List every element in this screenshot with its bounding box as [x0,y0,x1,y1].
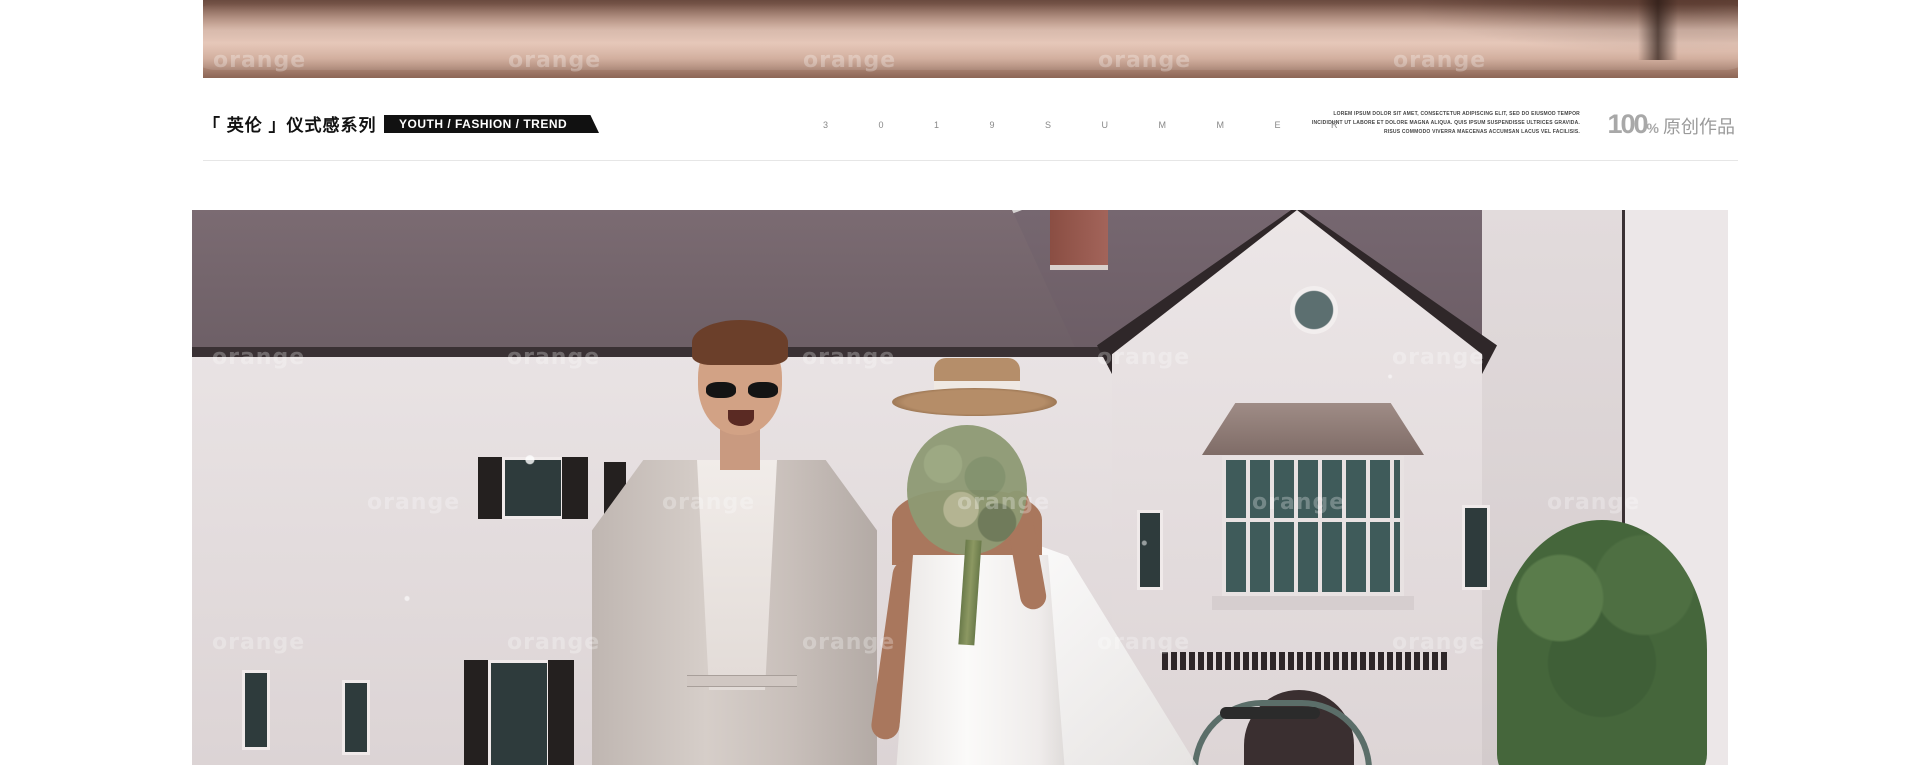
watermark: orange [1097,345,1191,370]
watermark: orange [662,490,756,515]
watermark: orange [1097,630,1191,655]
original-text: 原创作品 [1663,117,1735,137]
watermark: orange [802,345,896,370]
watermark: orange [957,490,1051,515]
watermark: orange [1547,490,1641,515]
series-header: 「 英伦 」仪式感系列 YOUTH / FASHION / TREND 3 0 … [203,95,1738,161]
watermark: orange [507,630,601,655]
series-title: 「 英伦 」仪式感系列 [203,116,377,135]
watermark: orange [1392,630,1486,655]
watermark: orange [212,630,306,655]
watermark: orange [508,48,602,73]
lorem-line: RISUS COMMODO VIVERRA MAECENAS ACCUMSAN … [1384,129,1580,135]
watermark: orange [1393,48,1487,73]
watermark: orange [803,48,897,73]
watermark: orange [1392,345,1486,370]
watermark: orange [213,48,307,73]
photo-dark-edge [1638,0,1678,60]
top-photo: orange orange orange orange orange [203,0,1738,78]
watermark: orange [1252,490,1346,515]
original-number: 100 [1607,109,1648,139]
watermark: orange [212,345,306,370]
lorem-line: LOREM IPSUM DOLOR SIT AMET, CONSECTETUR … [1333,111,1580,117]
original-work-mark: 100 % 原创作品 [1607,109,1735,140]
watermark: orange [802,630,896,655]
watermark: orange [507,345,601,370]
lorem-line: INCIDIDUNT UT LABORE ET DOLORE MAGNA ALI… [1311,120,1580,126]
photo-film-grain [192,210,1728,765]
original-percent: % [1646,120,1659,136]
watermark: orange [1098,48,1192,73]
page: orange orange orange orange orange 「 英伦 … [0,0,1920,765]
tagline-badge: YOUTH / FASHION / TREND [384,115,599,133]
main-wedding-photo: orange orange orange orange orange orang… [192,210,1728,765]
photo-blur-band [203,4,1738,70]
watermark: orange [367,490,461,515]
lorem-text-block: LOREM IPSUM DOLOR SIT AMET, CONSECTETUR … [1260,110,1580,137]
